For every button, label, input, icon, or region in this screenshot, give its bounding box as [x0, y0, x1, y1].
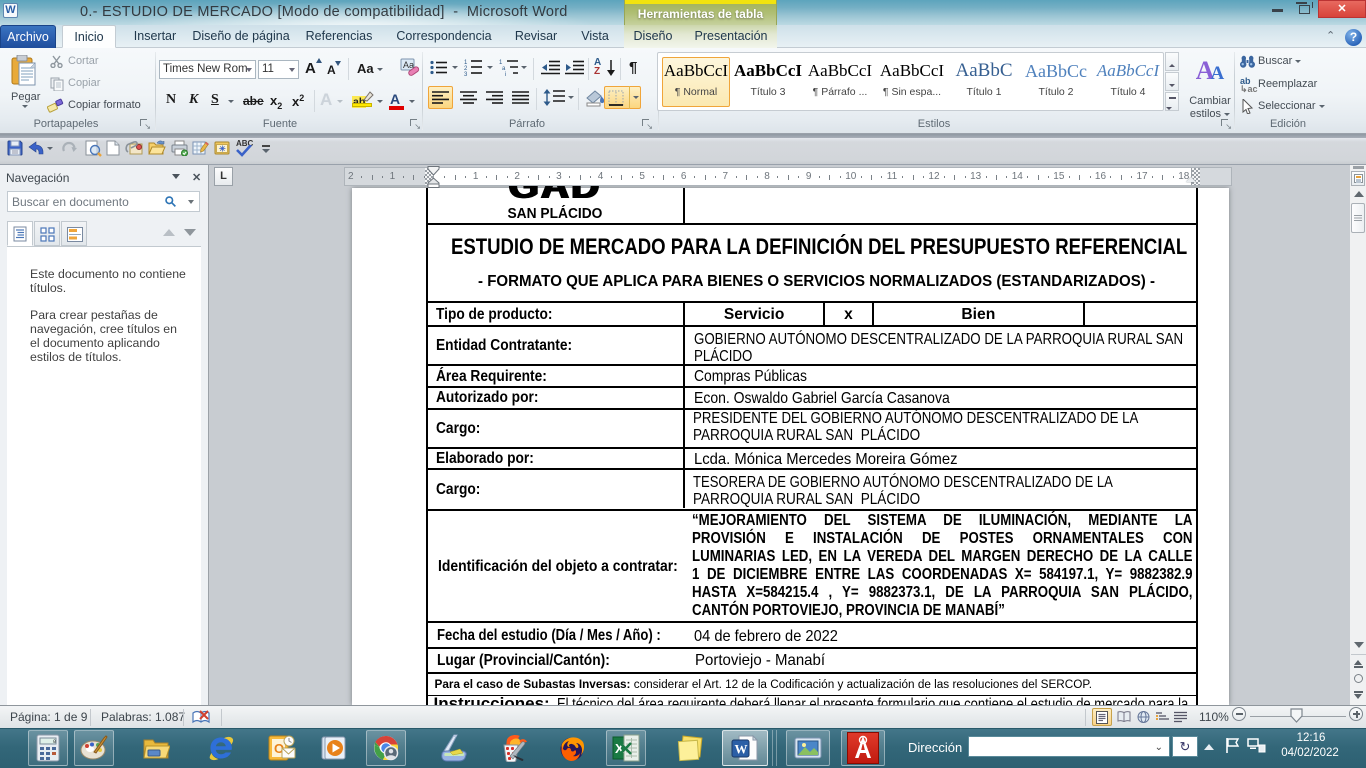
svg-text:i: i	[505, 72, 506, 76]
svg-text:3: 3	[464, 72, 468, 76]
svg-text:X: X	[615, 741, 624, 756]
svg-text:W: W	[735, 742, 748, 757]
svg-text:✳: ✳	[219, 145, 226, 154]
svg-text:0: 0	[53, 739, 56, 745]
